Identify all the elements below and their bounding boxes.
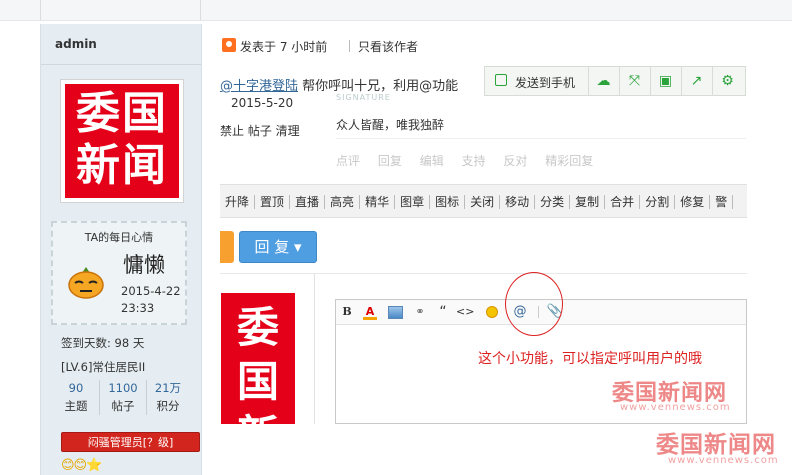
phone-icon bbox=[495, 74, 507, 86]
watermark-url: www.vennews.com bbox=[620, 402, 731, 413]
mood-time: 23:33 bbox=[121, 301, 155, 315]
post-time: 发表于 7 小时前 bbox=[240, 40, 328, 54]
stat-label: 帖子 bbox=[111, 399, 135, 413]
embedded-screenshot: 2015-5-20 SIGNATURE 众人皆醒，唯我独醉 禁止 帖子 清理 @… bbox=[220, 64, 792, 424]
link-icon[interactable]: ⚭ bbox=[411, 303, 429, 321]
divider bbox=[200, 0, 201, 20]
stat-label: 积分 bbox=[156, 399, 180, 413]
admin-action[interactable]: 移动 bbox=[500, 195, 536, 209]
send-to-phone-button[interactable]: 发送到手机 bbox=[485, 67, 589, 95]
page-watermark-text: 委国新闻网 bbox=[656, 432, 776, 458]
stat-posts[interactable]: 1100 帖子 bbox=[99, 380, 147, 415]
divider bbox=[40, 0, 41, 20]
stat-topics[interactable]: 90 主题 bbox=[53, 380, 99, 415]
stat-points[interactable]: 21万 积分 bbox=[145, 380, 191, 415]
mood-timestamp: 2015-4-22 23:33 bbox=[121, 283, 185, 317]
share-toolbar: 发送到手机 ☁ ⤧ ▣ ↗ ⚙ bbox=[484, 66, 746, 96]
share-icon[interactable]: ↗ bbox=[681, 67, 713, 95]
send-to-phone-label: 发送到手机 bbox=[515, 76, 576, 90]
post-action-row: 点评 回复 编辑 支持 反对 精彩回复 bbox=[336, 152, 756, 169]
reply-label: 回 复 bbox=[254, 238, 290, 256]
code-icon[interactable]: <> bbox=[456, 303, 474, 321]
lazy-face-icon bbox=[68, 267, 104, 299]
action-rate[interactable]: 点评 bbox=[336, 154, 360, 168]
admin-action[interactable]: 图标 bbox=[430, 195, 466, 209]
mention-text: @十字港登陆 帮你呼叫十兄，利用@功能 bbox=[220, 75, 458, 94]
action-support[interactable]: 支持 bbox=[462, 154, 486, 168]
quote-icon[interactable]: “ bbox=[434, 303, 452, 321]
only-author-link[interactable]: 只看该作者 bbox=[358, 38, 418, 55]
admin-action[interactable]: 复制 bbox=[570, 195, 606, 209]
divider bbox=[349, 40, 350, 52]
expand-icon[interactable]: ⤧ bbox=[619, 67, 651, 95]
daily-mood-box: TA的每日心情 慵懒 2015-4-22 23:33 bbox=[51, 221, 187, 325]
admin-badge: 闷骚管理员[？级] bbox=[61, 432, 200, 452]
admin-action-bar: 升降 置顶 直播 高亮 精华 图章 图标 关闭 移动 分类 复制 合并 分割 修复警 bbox=[220, 184, 747, 218]
admin-action[interactable]: 图章 bbox=[395, 195, 431, 209]
avatar[interactable]: 委国新闻 bbox=[60, 79, 184, 203]
mood-title: TA的每日心情 bbox=[84, 231, 154, 244]
smiley-icon[interactable] bbox=[483, 303, 501, 321]
divider bbox=[41, 64, 201, 65]
action-featured-reply[interactable]: 精彩回复 bbox=[545, 154, 593, 168]
admin-action[interactable]: 分割 bbox=[640, 195, 676, 209]
reply-date: 2015-5-20 bbox=[231, 96, 294, 110]
admin-action[interactable]: 直播 bbox=[290, 195, 326, 209]
admin-action[interactable]: 高亮 bbox=[325, 195, 361, 209]
admin-action[interactable]: 警 bbox=[710, 195, 734, 209]
author-icon bbox=[222, 38, 236, 52]
user-stats: 90 主题 1100 帖子 21万 积分 bbox=[53, 380, 191, 416]
admin-action[interactable]: 关闭 bbox=[465, 195, 501, 209]
user-controls[interactable]: 禁止 帖子 清理 bbox=[220, 122, 300, 139]
stat-value: 1100 bbox=[108, 381, 138, 395]
gear-icon[interactable]: ⚙ bbox=[712, 67, 743, 95]
highlight-circle bbox=[505, 272, 563, 336]
top-strip bbox=[0, 0, 792, 21]
cloud-icon[interactable]: ☁ bbox=[588, 67, 620, 95]
admin-actions: 升降 置顶 直播 高亮 精华 图章 图标 关闭 移动 分类 复制 合并 分割 修复警 bbox=[220, 193, 734, 210]
mention-link[interactable]: @十字港登陆 bbox=[220, 79, 298, 94]
user-level[interactable]: [LV.6]常住居民II bbox=[61, 359, 145, 375]
new-post-button[interactable] bbox=[220, 231, 234, 263]
action-reply[interactable]: 回复 bbox=[378, 154, 402, 168]
stat-label: 主题 bbox=[64, 399, 88, 413]
bold-icon[interactable]: B bbox=[338, 303, 356, 321]
mood-word: 慵懒 bbox=[123, 253, 165, 277]
page-watermark-url: www.vennews.com bbox=[668, 455, 779, 466]
divider bbox=[314, 274, 315, 424]
signature-text: 众人皆醒，唯我独醉 bbox=[336, 118, 445, 132]
checkin-days: 签到天数: 98 天 bbox=[61, 336, 145, 350]
username-link[interactable]: admin bbox=[55, 37, 97, 51]
save-icon[interactable]: ▣ bbox=[650, 67, 682, 95]
action-oppose[interactable]: 反对 bbox=[503, 154, 527, 168]
medal-icons: 😊😊⭐ bbox=[61, 458, 102, 473]
admin-action[interactable]: 分类 bbox=[535, 195, 571, 209]
reply-button[interactable]: 回 复 ▾ bbox=[239, 231, 317, 263]
font-color-icon[interactable]: A bbox=[361, 303, 379, 321]
admin-action[interactable]: 修复 bbox=[675, 195, 711, 209]
stat-value: 90 bbox=[68, 381, 84, 395]
avatar-logo: 委国新闻 bbox=[65, 84, 179, 198]
admin-action[interactable]: 升降 bbox=[220, 195, 256, 209]
signature-label: SIGNATURE bbox=[336, 93, 391, 102]
annotation-text: 这个小功能，可以指定呼叫用户的哦 bbox=[478, 351, 702, 367]
stat-value: 21万 bbox=[154, 381, 182, 395]
logo-avatar: 委国新闻 bbox=[221, 293, 295, 424]
post-header: 发表于 7 小时前 只看该作者 bbox=[220, 24, 792, 64]
action-edit[interactable]: 编辑 bbox=[420, 154, 444, 168]
mention-rest: 帮你呼叫十兄，利用@功能 bbox=[298, 79, 459, 94]
mood-date: 2015-4-22 bbox=[121, 284, 181, 298]
admin-action[interactable]: 合并 bbox=[605, 195, 641, 209]
divider bbox=[220, 273, 747, 274]
image-icon[interactable] bbox=[386, 303, 404, 321]
divider bbox=[336, 138, 746, 139]
admin-action[interactable]: 置顶 bbox=[255, 195, 291, 209]
admin-action[interactable]: 精华 bbox=[360, 195, 396, 209]
user-sidebar: admin 委国新闻 TA的每日心情 慵懒 2015-4-22 23:33 签到… bbox=[40, 24, 202, 475]
